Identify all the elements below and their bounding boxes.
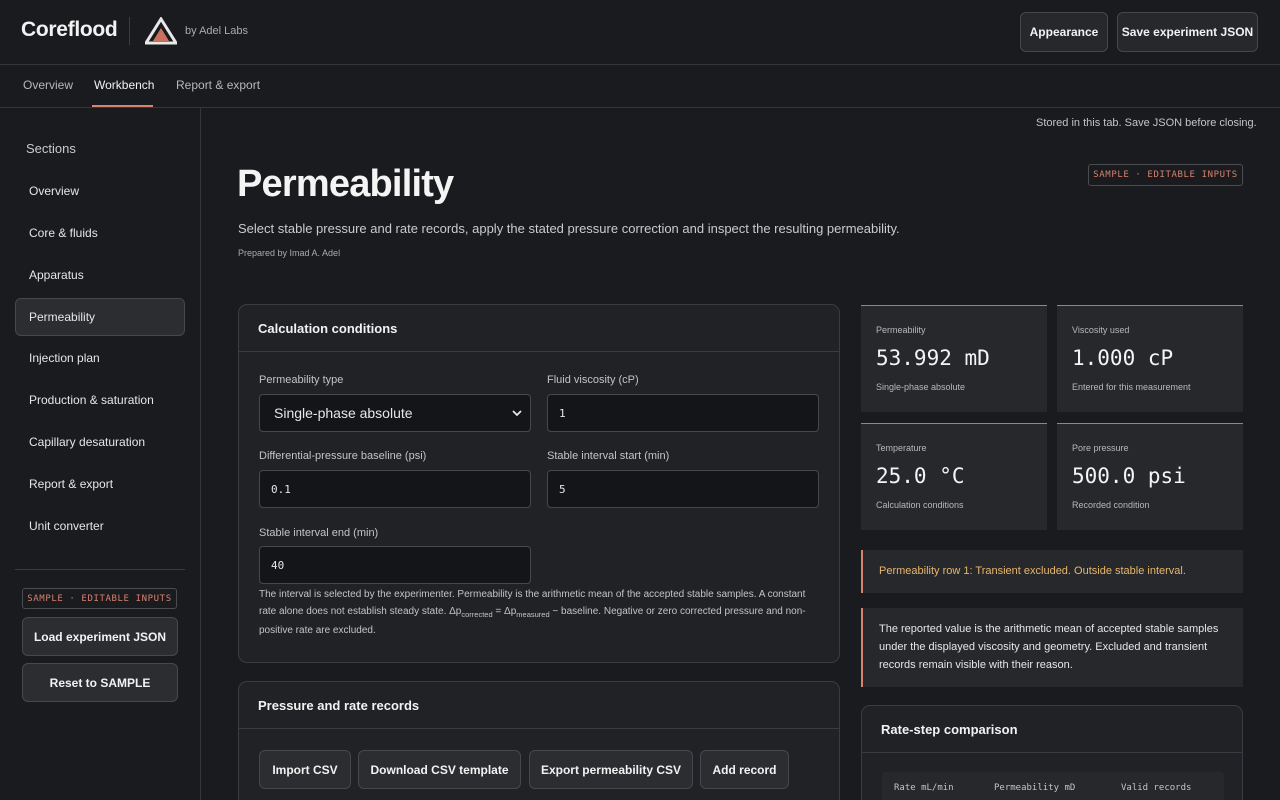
import-csv-button[interactable]: Import CSV [259, 750, 351, 789]
interval-end-label: Stable interval end (min) [259, 527, 379, 539]
active-tab-indicator [92, 105, 153, 107]
metric-sub: Entered for this measurement [1072, 382, 1191, 392]
interval-end-input[interactable]: 40 [259, 546, 531, 584]
metric-pore-pressure: Pore pressure 500.0 psi Recorded conditi… [1057, 423, 1243, 530]
sidebar-item-permeability[interactable]: Permeability [15, 298, 185, 336]
metric-sub: Single-phase absolute [876, 382, 966, 392]
metric-label: Viscosity used [1072, 325, 1130, 335]
sidebar-item-report-export[interactable]: Report & export [15, 465, 185, 503]
tab-workbench[interactable]: Workbench [94, 78, 154, 92]
card-title: Calculation conditions [258, 321, 398, 336]
baseline-input[interactable]: 0.1 [259, 470, 531, 508]
viscosity-label: Fluid viscosity (cP) [547, 374, 639, 386]
add-record-button[interactable]: Add record [700, 750, 789, 789]
tab-report-export[interactable]: Report & export [176, 78, 260, 92]
card-title: Rate-step comparison [881, 722, 1018, 737]
info-text: The reported value is the arithmetic mea… [879, 623, 1219, 671]
page-description: Select stable pressure and rate records,… [238, 221, 900, 236]
calculation-note: The interval is selected by the experime… [259, 589, 806, 636]
perm-type-value: Single-phase absolute [274, 405, 413, 421]
pressure-rate-records-card: Pressure and rate records Import CSV Dow… [238, 681, 840, 800]
sidebar-item-apparatus[interactable]: Apparatus [15, 256, 185, 294]
rate-step-comparison-card: Rate-step comparison Rate mL/min Permeab… [861, 705, 1243, 800]
metric-value: 25.0 °C [876, 464, 965, 488]
top-bar: Coreflood by Adel Labs Appearance Save e… [0, 0, 1280, 65]
byline: by Adel Labs [185, 25, 248, 37]
perm-type-label: Permeability type [259, 374, 344, 386]
sidebar-divider [15, 569, 185, 570]
brand-divider [129, 17, 130, 45]
sample-badge: SAMPLE · EDITABLE INPUTS [22, 588, 177, 609]
sidebar-item-production-saturation[interactable]: Production & saturation [15, 381, 185, 419]
top-tabs: Overview Workbench Report & export [0, 65, 1280, 108]
sample-badge-main: SAMPLE · EDITABLE INPUTS [1088, 164, 1243, 186]
metric-permeability: Permeability 53.992 mD Single-phase abso… [861, 305, 1047, 412]
prepared-by: Prepared by Imad A. Adel [238, 248, 341, 258]
download-template-button[interactable]: Download CSV template [358, 750, 521, 789]
appearance-button[interactable]: Appearance [1020, 12, 1108, 52]
sidebar-item-unit-converter[interactable]: Unit converter [15, 507, 185, 545]
info-banner: The reported value is the arithmetic mea… [861, 608, 1243, 687]
sidebar-item-core-fluids[interactable]: Core & fluids [15, 214, 185, 252]
metric-viscosity: Viscosity used 1.000 cP Entered for this… [1057, 305, 1243, 412]
export-permeability-button[interactable]: Export permeability CSV [529, 750, 693, 789]
warning-banner: Permeability row 1: Transient excluded. … [861, 550, 1243, 593]
column-header: Valid records [1121, 783, 1192, 793]
metric-label: Pore pressure [1072, 443, 1129, 453]
app-title: Coreflood [21, 18, 118, 41]
metric-sub: Calculation conditions [876, 500, 964, 510]
sidebar-item-injection-plan[interactable]: Injection plan [15, 339, 185, 377]
calculation-conditions-card: Calculation conditions Permeability type… [238, 304, 840, 663]
metric-value: 1.000 cP [1072, 346, 1174, 370]
load-json-button[interactable]: Load experiment JSON [22, 617, 178, 656]
sidebar-item-overview[interactable]: Overview [15, 172, 185, 210]
save-json-button[interactable]: Save experiment JSON [1117, 12, 1258, 52]
reset-sample-button[interactable]: Reset to SAMPLE [22, 663, 178, 702]
metric-temperature: Temperature 25.0 °C Calculation conditio… [861, 423, 1047, 530]
metric-value: 500.0 psi [1072, 464, 1186, 488]
metric-label: Permeability [876, 325, 926, 335]
baseline-label: Differential-pressure baseline (psi) [259, 450, 427, 462]
card-title: Pressure and rate records [258, 698, 420, 713]
chevron-down-icon [512, 410, 522, 417]
interval-start-input[interactable]: 5 [547, 470, 819, 508]
adel-labs-logo-icon [145, 17, 177, 45]
metric-value: 53.992 mD [876, 346, 990, 370]
column-header: Permeability mD [994, 783, 1076, 793]
viscosity-input[interactable]: 1 [547, 394, 819, 432]
warning-text: Permeability row 1: Transient excluded. … [879, 565, 1186, 577]
card-header: Calculation conditions [239, 305, 839, 352]
metric-sub: Recorded condition [1072, 500, 1150, 510]
metric-label: Temperature [876, 443, 927, 453]
page-title: Permeability [237, 163, 454, 205]
sidebar-item-capillary-desaturation[interactable]: Capillary desaturation [15, 423, 185, 461]
sidebar: Sections Overview Core & fluids Apparatu… [0, 108, 201, 800]
sidebar-title: Sections [26, 141, 76, 156]
tab-overview[interactable]: Overview [23, 78, 73, 92]
storage-note: Stored in this tab. Save JSON before clo… [1036, 117, 1257, 129]
card-header: Rate-step comparison [862, 706, 1242, 753]
card-header: Pressure and rate records [239, 682, 839, 729]
rate-step-table: Rate mL/min Permeability mD Valid record… [882, 772, 1224, 800]
column-header: Rate mL/min [894, 783, 954, 793]
perm-type-select[interactable]: Single-phase absolute [259, 394, 531, 432]
interval-start-label: Stable interval start (min) [547, 450, 670, 462]
